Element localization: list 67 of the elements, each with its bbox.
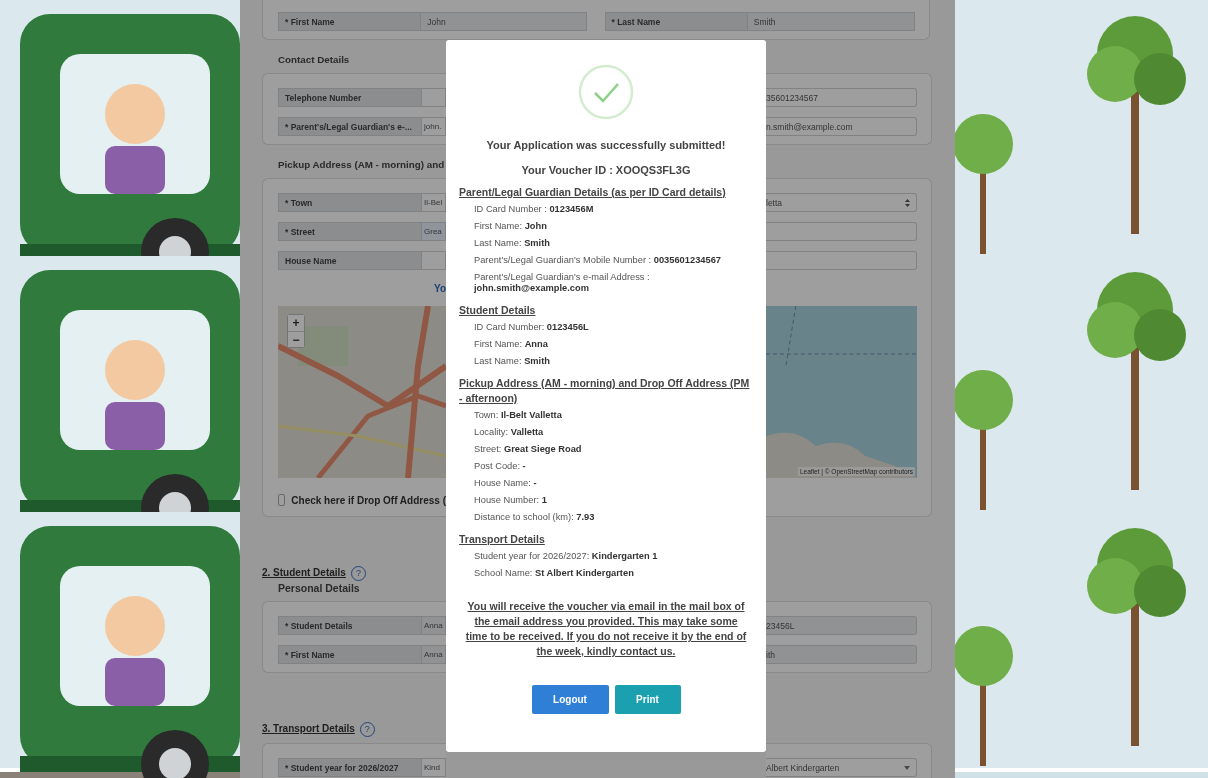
field-label: House Name: [278, 251, 422, 270]
input-field[interactable]: John: [421, 12, 587, 31]
detail-text: Locality: Valletta: [473, 427, 545, 438]
input-field[interactable]: Anna: [422, 645, 446, 664]
detail-text: Last Name: Smith: [473, 356, 551, 367]
detail-text: Post Code: -: [473, 461, 527, 472]
input-field[interactable]: ith: [766, 645, 917, 664]
detail-text: Student year for 2026/2027: Kindergarten 1: [473, 551, 659, 562]
input-field[interactable]: [766, 222, 917, 241]
detail-text: House Number: 1: [473, 495, 548, 506]
field-label: Telephone Number: [278, 88, 422, 107]
input-field[interactable]: Smith: [747, 12, 915, 31]
input-field[interactable]: [422, 88, 446, 107]
link[interactable]: Yo: [433, 282, 446, 294]
section-heading: Parent/Legal Guardian Details (as per ID Card details): [459, 185, 727, 200]
section-heading: Transport Details: [459, 532, 546, 547]
input-field[interactable]: john.: [422, 117, 446, 136]
section-heading: Personal Details: [278, 581, 361, 595]
field-label: * First Name: [278, 645, 422, 664]
detail-text: Town: Il-Belt Valletta: [473, 410, 563, 421]
input-field[interactable]: [766, 251, 917, 270]
logout-button[interactable]: Logout: [531, 685, 609, 714]
input-field[interactable]: Il-Bel: [422, 193, 446, 212]
detail-text: First Name: Anna: [473, 339, 549, 350]
updown-arrows-icon: [905, 198, 910, 207]
field-label: * Street: [278, 222, 422, 241]
notice-text: You will receive the voucher via email in the mail box of the email address you provided. This may take some time to be received. If you do not receive it by the end of the week, kindly contact us.: [464, 599, 748, 659]
checkbox[interactable]: [278, 494, 286, 506]
section-heading: Student Details: [459, 303, 537, 318]
checkbox-label: Check here if Drop Off Address (: [291, 494, 446, 506]
section-heading: Contact Details: [278, 53, 351, 67]
checkmark-circle-icon: [578, 64, 634, 120]
print-button[interactable]: Print: [614, 685, 681, 714]
voucher-id: Your Voucher ID : XOOQS3FL3G: [520, 163, 692, 177]
dialog-title: Your Application was successfully submitted!: [485, 138, 727, 152]
detail-text: School Name: St Albert Kindergarten: [473, 568, 635, 579]
detail-text: Street: Great Siege Road: [473, 444, 583, 455]
detail-text: ID Card Number : 0123456M: [473, 204, 595, 215]
input-field[interactable]: Grea: [422, 222, 446, 241]
field-label: * Town: [278, 193, 422, 212]
select-field[interactable]: letta: [766, 193, 917, 212]
section-heading: Pickup Address (AM - morning) and Drop Off Address (PM - afternoon): [459, 376, 751, 406]
caret-down-icon: [904, 765, 910, 770]
field-label: * Student year for 2026/2027: [278, 758, 422, 777]
section-title: 3. Transport Details: [262, 722, 355, 736]
field-label: * Parent's/Legal Guardian's e-...: [278, 117, 422, 136]
detail-text: First Name: John: [473, 221, 548, 232]
detail-text: Parent's/Legal Guardian's Mobile Number : 0035601234567: [473, 255, 722, 266]
detail-text: Last Name: Smith: [473, 238, 551, 249]
zoom-out-button[interactable]: −: [288, 331, 304, 347]
input-field[interactable]: [422, 251, 446, 270]
field-label: * Last Name: [604, 12, 748, 31]
input-field[interactable]: 35601234567: [766, 88, 917, 107]
field-label: * First Name: [278, 12, 422, 31]
input-field[interactable]: n.smith@example.com: [766, 117, 917, 136]
detail-text: ID Card Number: 0123456L: [473, 322, 590, 333]
detail-text: Distance to school (km): 7.93: [473, 512, 596, 523]
input-field[interactable]: 23456L: [766, 616, 917, 635]
section-heading: Pickup Address (AM - morning) and: [278, 158, 446, 172]
detail-text: House Name: -: [473, 478, 538, 489]
section-title: 2. Student Details: [262, 566, 346, 580]
field-label: * Student Details: [278, 616, 422, 635]
input-field[interactable]: Kind: [422, 758, 446, 777]
input-field[interactable]: Anna: [422, 616, 446, 635]
detail-text: Parent's/Legal Guardian's e-mail Address : john.smith@example.com: [473, 272, 651, 294]
zoom-in-button[interactable]: +: [288, 315, 304, 331]
select-field[interactable]: Albert Kindergarten: [766, 758, 917, 777]
